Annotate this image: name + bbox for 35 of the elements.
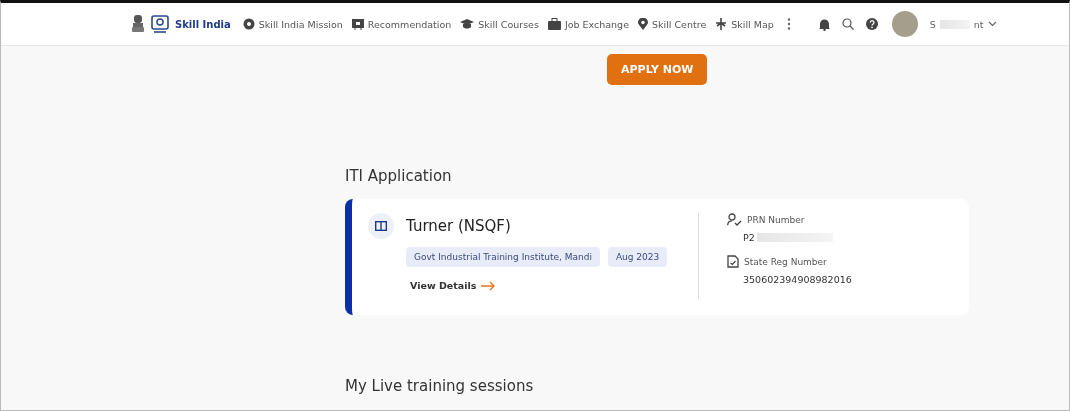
user-check-icon: [727, 213, 742, 226]
tag: Govt Industrial Training Institute, Mandi: [406, 247, 600, 267]
graduation-cap-icon: [460, 18, 475, 30]
nav-link[interactable]: Skill Courses: [460, 18, 539, 30]
nav-link[interactable]: Job Exchange: [547, 18, 629, 30]
arrow-right-icon: [480, 280, 497, 291]
notification-bell-icon[interactable]: [818, 17, 830, 31]
logo-icon: [151, 15, 169, 33]
briefcase-icon: [547, 18, 561, 30]
document-check-icon: [727, 255, 739, 268]
field-label: State Reg Number: [744, 256, 827, 267]
book-icon: [368, 213, 394, 239]
more-icon[interactable]: [786, 18, 791, 30]
nav-link[interactable]: Skill Centre: [638, 18, 707, 30]
nav-link[interactable]: Recommendation: [351, 18, 452, 30]
route-icon: [715, 18, 728, 30]
course-name: Turner (NSQF): [406, 217, 511, 235]
field-value: 350602394908982016: [743, 274, 852, 285]
section-title: ITI Application: [345, 167, 453, 185]
logo-text[interactable]: Skill India: [175, 18, 231, 30]
field-label: PRN Number: [747, 214, 805, 225]
tag: Aug 2023: [607, 247, 668, 267]
help-icon[interactable]: [865, 18, 878, 30]
user-menu[interactable]: S nt: [929, 18, 997, 30]
section-title: My Live training sessions: [345, 377, 535, 395]
emblem-icon: [131, 15, 145, 33]
target-icon: [242, 18, 255, 30]
view-details-link[interactable]: View Details: [410, 280, 497, 291]
location-pin-icon: [638, 18, 648, 30]
nav-link[interactable]: Skill Map: [715, 18, 774, 30]
search-icon[interactable]: [841, 18, 854, 30]
board-icon: [351, 18, 364, 30]
chevron-down-icon: [987, 21, 997, 27]
avatar[interactable]: [891, 11, 918, 37]
nav-link[interactable]: Skill India Mission: [242, 18, 343, 30]
